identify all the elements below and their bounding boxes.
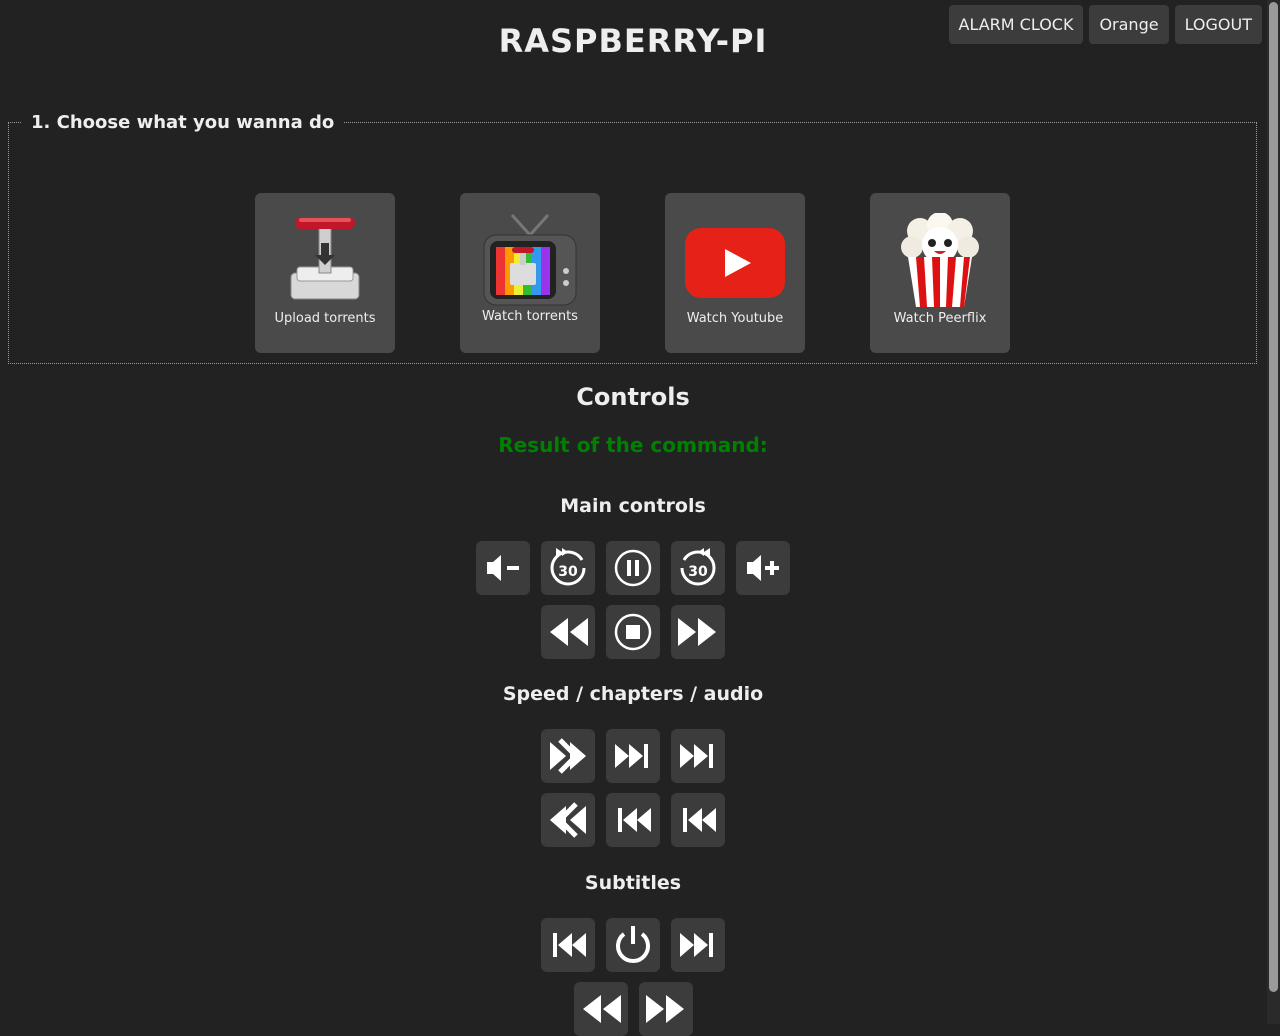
skip-back-icon [683,808,716,832]
seek-back-seconds: 30 [558,564,578,580]
speed-up-icon [550,738,586,774]
next-chapter-button[interactable] [606,729,660,783]
transmission-upload-icon [290,217,360,300]
pause-icon [614,549,652,587]
volume-down-icon [487,555,519,581]
previous-chapter-button[interactable] [606,793,660,847]
subtitles-title: Subtitles [584,872,682,894]
tv-torrent-icon [483,213,577,306]
seek-forward-30-icon: 30 [680,548,716,586]
skip-back-icon [553,933,586,957]
rewind-icon [550,618,588,646]
speed-controls-row [0,729,1266,783]
tile-label: Upload torrents [274,311,376,326]
app-title: RASPBERRY-PI [498,22,768,60]
speed-down-icon [550,802,586,838]
toggle-subtitles-button[interactable] [606,918,660,972]
previous-audio-button[interactable] [671,793,725,847]
volume-up-button[interactable] [736,541,790,595]
pause-button[interactable] [606,541,660,595]
stop-icon [614,613,652,651]
power-icon [616,926,650,963]
controls-title: Controls [576,383,690,411]
rewind-icon [582,995,621,1023]
speed-up-button[interactable] [541,729,595,783]
subtitles-controls-row [0,918,1266,972]
watch-youtube-tile[interactable]: Watch Youtube [665,193,805,353]
speed-down-button[interactable] [541,793,595,847]
volume-up-icon [747,555,779,581]
upload-torrents-tile[interactable]: Upload torrents [255,193,395,353]
seek-back-30-button[interactable]: 30 [541,541,595,595]
fast-forward-icon [678,618,716,646]
main-controls-row [0,605,1266,659]
fast-forward-icon [645,995,684,1023]
volume-down-button[interactable] [476,541,530,595]
next-audio-button[interactable] [671,729,725,783]
skip-forward-icon [680,933,713,957]
tile-label: Watch Peerflix [893,311,987,326]
next-subtitle-button[interactable] [671,918,725,972]
subtitle-delay-decrease-button[interactable] [573,982,628,1036]
stop-button[interactable] [606,605,660,659]
youtube-icon [685,228,785,298]
fast-forward-button[interactable] [671,605,725,659]
main-controls-title: Main controls [560,495,706,517]
popcorn-icon [901,213,979,307]
skip-forward-icon [680,744,713,768]
rewind-button[interactable] [541,605,595,659]
skip-forward-icon [615,744,648,768]
scrollbar[interactable] [1267,0,1280,1024]
skip-back-icon [618,808,651,832]
choose-panel: 1. Choose what you wanna do Upload torre… [8,112,1257,364]
seek-back-30-icon: 30 [550,548,586,586]
previous-subtitle-button[interactable] [541,918,595,972]
main-controls-row: 30 30 [0,541,1266,595]
tile-label: Watch torrents [482,309,578,324]
choose-legend: 1. Choose what you wanna do [31,112,335,133]
seek-forward-30-button[interactable]: 30 [671,541,725,595]
watch-peerflix-tile[interactable]: Watch Peerflix [870,193,1010,353]
watch-torrents-tile[interactable]: Watch torrents [460,193,600,353]
speed-controls-row [0,793,1266,847]
subtitles-controls-row [0,982,1266,1036]
speed-chapters-audio-title: Speed / chapters / audio [502,683,764,705]
scrollbar-thumb[interactable] [1269,2,1278,992]
tile-label: Watch Youtube [686,311,784,326]
result-label: Result of the command: [498,433,768,457]
subtitle-delay-increase-button[interactable] [638,982,693,1036]
seek-forward-seconds: 30 [688,564,708,580]
